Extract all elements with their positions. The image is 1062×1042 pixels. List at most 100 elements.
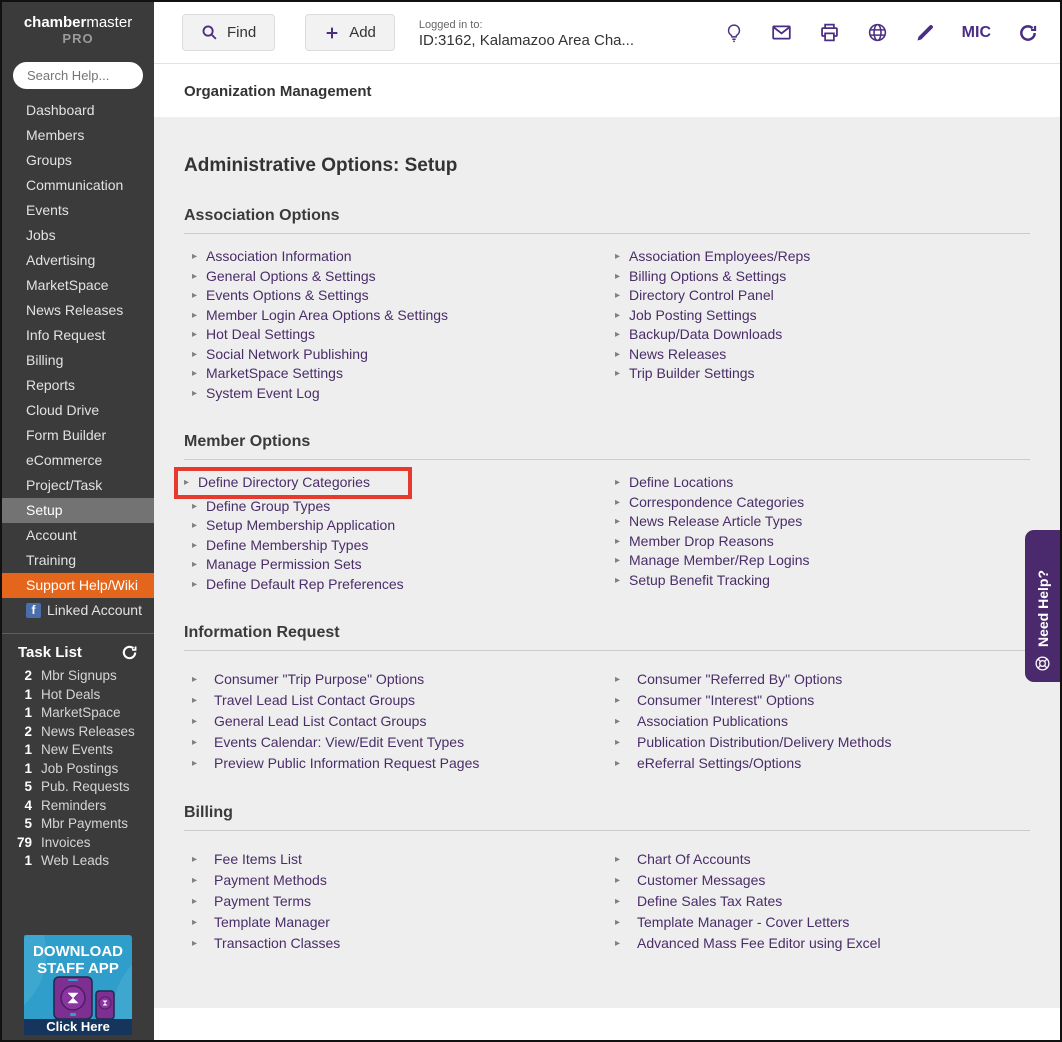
setup-link-general-lead-list-contact-groups[interactable]: ▸ General Lead List Contact Groups — [184, 711, 607, 732]
task-item-mbr-signups[interactable]: 2 Mbr Signups — [2, 667, 154, 686]
setup-link-preview-public-information-request-pages[interactable]: ▸ Preview Public Information Request Page… — [184, 753, 607, 774]
arrow-icon: ▸ — [615, 938, 621, 949]
task-item-news-releases[interactable]: 2 News Releases — [2, 723, 154, 742]
setup-link-define-membership-types[interactable]: ▸ Define Membership Types — [184, 536, 607, 556]
setup-link-transaction-classes[interactable]: ▸ Transaction Classes — [184, 933, 607, 954]
sidebar-item-advertising[interactable]: Advertising — [2, 248, 154, 273]
sidebar-item-label: Members — [26, 127, 85, 143]
setup-link-setup-membership-application[interactable]: ▸ Setup Membership Application — [184, 516, 607, 536]
envelope-icon[interactable] — [771, 22, 792, 43]
need-help-tab[interactable]: Need Help? — [1025, 530, 1060, 682]
task-item-marketspace[interactable]: 1 MarketSpace — [2, 704, 154, 723]
setup-link-billing-options-settings[interactable]: ▸ Billing Options & Settings — [607, 267, 1030, 287]
sidebar-item-account[interactable]: Account — [2, 523, 154, 548]
task-item-job-postings[interactable]: 1 Job Postings — [2, 760, 154, 779]
task-refresh-icon[interactable] — [121, 644, 138, 661]
arrow-icon: ▸ — [192, 270, 198, 282]
task-item-pub-requests[interactable]: 5 Pub. Requests — [2, 778, 154, 797]
setup-link-payment-terms[interactable]: ▸ Payment Terms — [184, 891, 607, 912]
sidebar-item-support-help-wiki[interactable]: Support Help/Wiki — [2, 573, 154, 598]
setup-link-consumer-trip-purpose-options[interactable]: ▸ Consumer "Trip Purpose" Options — [184, 669, 607, 690]
setup-link-define-locations[interactable]: ▸ Define Locations — [607, 473, 1030, 493]
sidebar-item-cloud-drive[interactable]: Cloud Drive — [2, 398, 154, 423]
setup-link-label: Payment Methods — [214, 872, 327, 888]
globe-icon[interactable] — [867, 22, 888, 43]
setup-link-events-options-settings[interactable]: ▸ Events Options & Settings — [184, 286, 607, 306]
sidebar-item-linked-account[interactable]: f Linked Account — [2, 598, 154, 623]
sidebar-item-marketspace[interactable]: MarketSpace — [2, 273, 154, 298]
setup-link-manage-member-rep-logins[interactable]: ▸ Manage Member/Rep Logins — [607, 551, 1030, 571]
download-staff-app-banner[interactable]: DOWNLOAD STAFF APP Click Here — [24, 935, 132, 1035]
task-item-web-leads[interactable]: 1 Web Leads — [2, 852, 154, 871]
arrow-icon: ▸ — [615, 574, 621, 586]
setup-link-define-sales-tax-rates[interactable]: ▸ Define Sales Tax Rates — [607, 891, 1030, 912]
setup-link-fee-items-list[interactable]: ▸ Fee Items List — [184, 849, 607, 870]
sidebar-item-groups[interactable]: Groups — [2, 148, 154, 173]
sidebar-item-news-releases[interactable]: News Releases — [2, 298, 154, 323]
sidebar-item-dashboard[interactable]: Dashboard — [2, 98, 154, 123]
sidebar-item-info-request[interactable]: Info Request — [2, 323, 154, 348]
setup-link-member-login-area-options-settings[interactable]: ▸ Member Login Area Options & Settings — [184, 306, 607, 326]
setup-link-customer-messages[interactable]: ▸ Customer Messages — [607, 870, 1030, 891]
search-help-input[interactable] — [13, 62, 143, 89]
setup-link-payment-methods[interactable]: ▸ Payment Methods — [184, 870, 607, 891]
setup-link-ereferral-settings-options[interactable]: ▸ eReferral Settings/Options — [607, 753, 1030, 774]
sidebar-item-reports[interactable]: Reports — [2, 373, 154, 398]
refresh-icon[interactable] — [1018, 23, 1038, 43]
sidebar-item-training[interactable]: Training — [2, 548, 154, 573]
sidebar-item-project-task[interactable]: Project/Task — [2, 473, 154, 498]
setup-link-chart-of-accounts[interactable]: ▸ Chart Of Accounts — [607, 849, 1030, 870]
setup-link-news-release-article-types[interactable]: ▸ News Release Article Types — [607, 512, 1030, 532]
setup-link-define-group-types[interactable]: ▸ Define Group Types — [184, 497, 607, 517]
content-area: Find Add Logged in to: ID:3162, Kalamazo… — [154, 2, 1060, 1040]
setup-link-backup-data-downloads[interactable]: ▸ Backup/Data Downloads — [607, 325, 1030, 345]
find-button[interactable]: Find — [182, 14, 276, 51]
task-item-invoices[interactable]: 79 Invoices — [2, 834, 154, 853]
setup-link-association-publications[interactable]: ▸ Association Publications — [607, 711, 1030, 732]
setup-link-general-options-settings[interactable]: ▸ General Options & Settings — [184, 267, 607, 287]
sidebar-item-jobs[interactable]: Jobs — [2, 223, 154, 248]
setup-link-hot-deal-settings[interactable]: ▸ Hot Deal Settings — [184, 325, 607, 345]
setup-link-manage-permission-sets[interactable]: ▸ Manage Permission Sets — [184, 555, 607, 575]
setup-link-member-drop-reasons[interactable]: ▸ Member Drop Reasons — [607, 532, 1030, 552]
setup-link-system-event-log[interactable]: ▸ System Event Log — [184, 384, 607, 404]
task-item-hot-deals[interactable]: 1 Hot Deals — [2, 686, 154, 705]
setup-link-advanced-mass-fee-editor-using-excel[interactable]: ▸ Advanced Mass Fee Editor using Excel — [607, 933, 1030, 954]
sidebar-item-billing[interactable]: Billing — [2, 348, 154, 373]
setup-link-directory-control-panel[interactable]: ▸ Directory Control Panel — [607, 286, 1030, 306]
setup-link-correspondence-categories[interactable]: ▸ Correspondence Categories — [607, 493, 1030, 513]
printer-icon[interactable] — [819, 22, 840, 43]
task-item-reminders[interactable]: 4 Reminders — [2, 797, 154, 816]
setup-link-template-manager-cover-letters[interactable]: ▸ Template Manager - Cover Letters — [607, 912, 1030, 933]
task-item-new-events[interactable]: 1 New Events — [2, 741, 154, 760]
setup-link-travel-lead-list-contact-groups[interactable]: ▸ Travel Lead List Contact Groups — [184, 690, 607, 711]
sidebar-item-communication[interactable]: Communication — [2, 173, 154, 198]
section-columns: ▸ Fee Items List ▸ Payment Methods ▸ Payment … — [184, 849, 1030, 954]
setup-link-template-manager[interactable]: ▸ Template Manager — [184, 912, 607, 933]
setup-link-define-directory-categories[interactable]: ▸ Define Directory Categories — [174, 467, 412, 499]
sidebar-item-form-builder[interactable]: Form Builder — [2, 423, 154, 448]
sidebar-item-ecommerce[interactable]: eCommerce — [2, 448, 154, 473]
setup-link-setup-benefit-tracking[interactable]: ▸ Setup Benefit Tracking — [607, 571, 1030, 591]
setup-link-social-network-publishing[interactable]: ▸ Social Network Publishing — [184, 345, 607, 365]
sidebar-item-setup[interactable]: Setup — [2, 498, 154, 523]
setup-link-trip-builder-settings[interactable]: ▸ Trip Builder Settings — [607, 364, 1030, 384]
pencil-icon[interactable] — [915, 23, 935, 43]
setup-link-news-releases[interactable]: ▸ News Releases — [607, 345, 1030, 365]
setup-link-define-default-rep-preferences[interactable]: ▸ Define Default Rep Preferences — [184, 575, 607, 595]
sidebar-item-members[interactable]: Members — [2, 123, 154, 148]
setup-link-consumer-interest-options[interactable]: ▸ Consumer "Interest" Options — [607, 690, 1030, 711]
setup-link-events-calendar-view-edit-event-types[interactable]: ▸ Events Calendar: View/Edit Event Types — [184, 732, 607, 753]
setup-link-consumer-referred-by-options[interactable]: ▸ Consumer "Referred By" Options — [607, 669, 1030, 690]
sidebar-item-events[interactable]: Events — [2, 198, 154, 223]
setup-link-publication-distribution-delivery-methods[interactable]: ▸ Publication Distribution/Delivery Metho… — [607, 732, 1030, 753]
setup-link-job-posting-settings[interactable]: ▸ Job Posting Settings — [607, 306, 1030, 326]
lightbulb-icon[interactable] — [724, 23, 744, 43]
setup-link-association-employees-reps[interactable]: ▸ Association Employees/Reps — [607, 247, 1030, 267]
setup-link-association-information[interactable]: ▸ Association Information — [184, 247, 607, 267]
add-button[interactable]: Add — [305, 14, 395, 51]
setup-link-marketspace-settings[interactable]: ▸ MarketSpace Settings — [184, 364, 607, 384]
task-item-mbr-payments[interactable]: 5 Mbr Payments — [2, 815, 154, 834]
mic-menu[interactable]: MIC — [962, 24, 991, 42]
setup-link-label: Hot Deal Settings — [206, 326, 315, 342]
